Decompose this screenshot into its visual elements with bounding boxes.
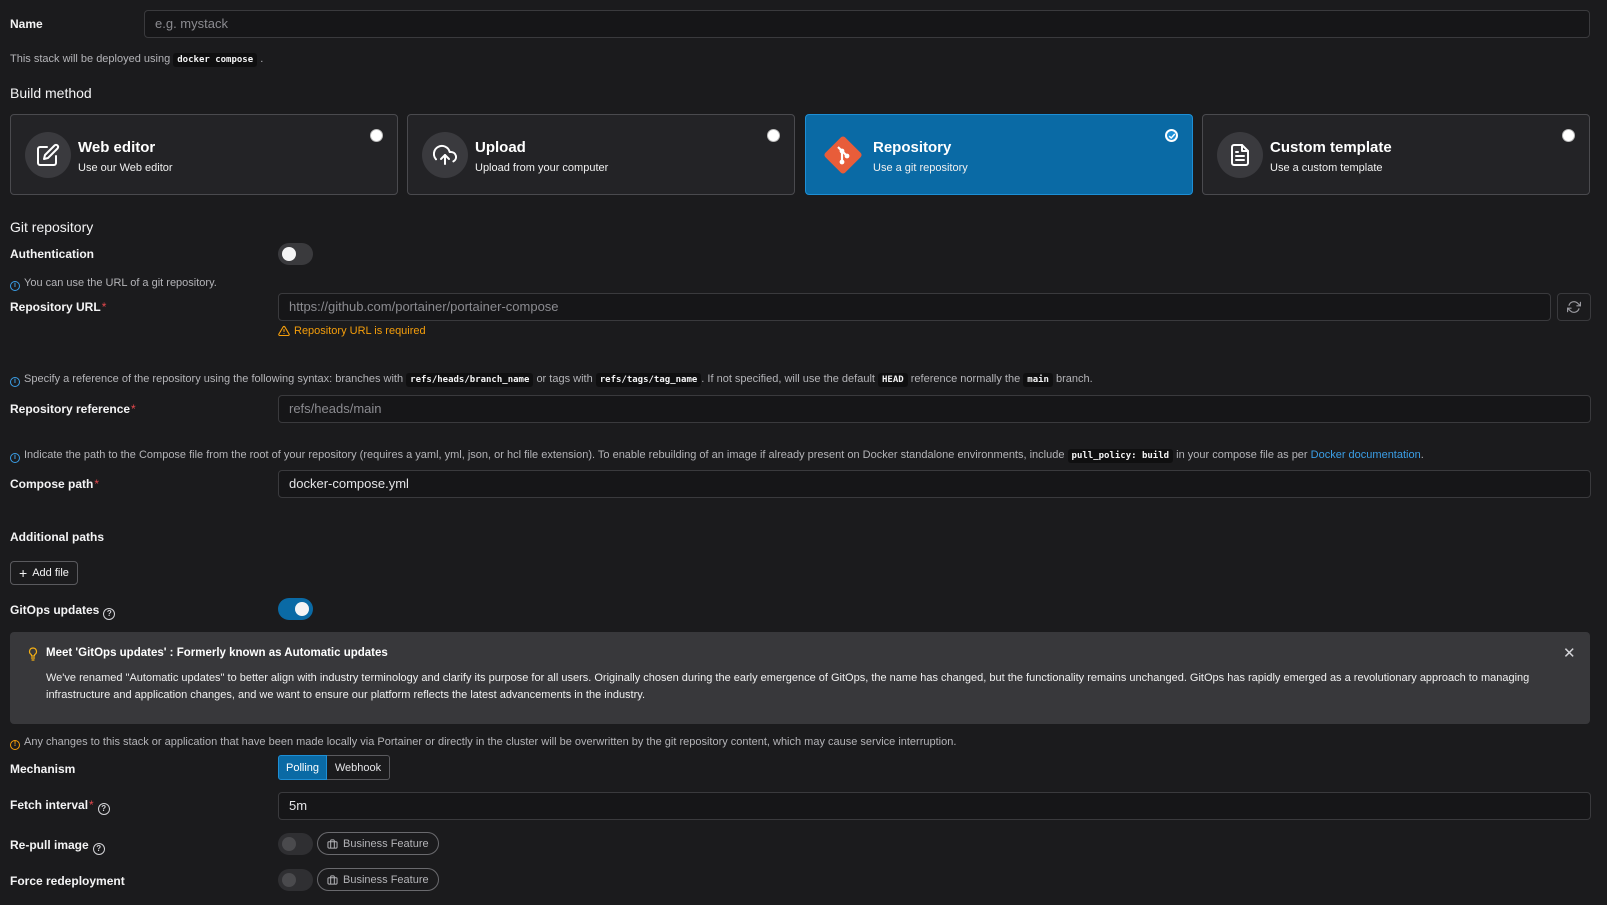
gitops-updates-label: GitOps updates? — [10, 603, 116, 620]
briefcase-icon — [327, 838, 338, 849]
radio-button[interactable] — [370, 129, 383, 142]
fetch-interval-input[interactable]: 5m — [278, 792, 1591, 820]
help-icon[interactable]: ? — [92, 843, 105, 855]
build-option-subtitle: Use a custom template — [1270, 162, 1383, 174]
info-icon: i — [10, 281, 20, 291]
business-feature-badge[interactable]: Business Feature — [317, 832, 439, 855]
additional-paths-label: Additional paths — [10, 530, 104, 544]
build-option-repository[interactable]: Repository Use a git repository — [805, 114, 1193, 195]
name-input[interactable]: e.g. mystack — [144, 10, 1590, 38]
build-option-subtitle: Use our Web editor — [78, 162, 173, 174]
alert-circle-icon: ! — [10, 740, 20, 750]
refresh-icon — [1567, 301, 1581, 313]
compose-path-label: Compose path* — [10, 477, 100, 491]
help-icon[interactable]: ? — [97, 803, 110, 815]
compose-path-input[interactable]: docker-compose.yml — [278, 470, 1591, 498]
info-icon: i — [10, 453, 20, 463]
banner-body: We've renamed "Automatic updates" to bet… — [46, 672, 1530, 701]
banner-title: Meet 'GitOps updates' : Formerly known a… — [46, 647, 388, 659]
toggle-knob — [295, 602, 309, 616]
force-redeployment-label: Force redeployment — [10, 874, 125, 888]
help-icon[interactable]: ? — [103, 608, 116, 620]
build-option-upload[interactable]: Upload Upload from your computer — [407, 114, 795, 195]
repull-image-label: Re-pull image? — [10, 838, 105, 855]
gitops-updates-toggle[interactable] — [278, 598, 313, 620]
build-option-custom-template[interactable]: Custom template Use a custom template — [1202, 114, 1590, 195]
check-icon — [1168, 133, 1175, 139]
warning-icon — [278, 325, 290, 337]
name-label: Name — [10, 17, 43, 31]
url-error: Repository URL is required — [278, 325, 426, 337]
toggle-knob — [282, 247, 296, 261]
mechanism-webhook-button[interactable]: Webhook — [327, 755, 390, 780]
build-option-title: Repository — [873, 139, 952, 156]
close-icon[interactable]: ✕ — [1563, 644, 1576, 662]
force-redeployment-toggle[interactable] — [278, 869, 313, 891]
git-repository-title: Git repository — [10, 219, 94, 235]
build-method-title: Build method — [10, 85, 92, 101]
plus-icon: + — [19, 565, 28, 581]
ref-hint: i Specify a reference of the repository u… — [10, 372, 1093, 387]
radio-button-checked[interactable] — [1165, 129, 1178, 142]
toggle-knob — [282, 873, 296, 887]
edit-icon — [25, 132, 71, 178]
url-hint: i You can use the URL of a git repository… — [10, 276, 217, 291]
radio-button[interactable] — [767, 129, 780, 142]
git-icon — [820, 132, 866, 178]
required-asterisk: * — [131, 402, 136, 416]
build-option-title: Web editor — [78, 139, 156, 156]
add-file-button[interactable]: + Add file — [10, 561, 78, 585]
toggle-knob — [282, 837, 296, 851]
radio-button[interactable] — [1562, 129, 1575, 142]
authentication-label: Authentication — [10, 247, 94, 261]
refresh-button[interactable] — [1557, 293, 1591, 321]
overwrite-warning: ! Any changes to this stack or applicatio… — [10, 735, 956, 750]
required-asterisk: * — [101, 300, 107, 314]
authentication-toggle[interactable] — [278, 243, 313, 265]
required-asterisk: * — [94, 477, 100, 491]
repository-reference-label: Repository reference* — [10, 402, 136, 416]
name-hint: This stack will be deployed using docker… — [10, 53, 264, 67]
build-option-web-editor[interactable]: Web editor Use our Web editor — [10, 114, 398, 195]
build-option-title: Upload — [475, 139, 526, 156]
required-asterisk: * — [89, 798, 94, 812]
build-option-title: Custom template — [1270, 139, 1392, 156]
build-option-subtitle: Upload from your computer — [475, 162, 609, 174]
fetch-interval-label: Fetch interval*? — [10, 798, 110, 815]
business-feature-badge[interactable]: Business Feature — [317, 868, 439, 891]
cloud-upload-icon — [422, 132, 468, 178]
docker-documentation-link[interactable]: Docker documentation — [1311, 449, 1421, 461]
compose-hint: i Indicate the path to the Compose file f… — [10, 448, 1424, 463]
repository-url-input[interactable]: https://github.com/portainer/portainer-c… — [278, 293, 1551, 321]
gitops-rename-banner: Meet 'GitOps updates' : Formerly known a… — [10, 632, 1590, 724]
repository-url-label: Repository URL* — [10, 300, 107, 314]
info-icon: i — [10, 377, 20, 387]
repository-reference-input[interactable]: refs/heads/main — [278, 395, 1591, 423]
lightbulb-icon — [27, 647, 39, 664]
mechanism-label: Mechanism — [10, 762, 76, 776]
repull-image-toggle[interactable] — [278, 833, 313, 855]
file-text-icon — [1217, 132, 1263, 178]
build-option-subtitle: Use a git repository — [873, 162, 968, 174]
briefcase-icon — [327, 874, 338, 885]
mechanism-polling-button[interactable]: Polling — [278, 755, 327, 780]
